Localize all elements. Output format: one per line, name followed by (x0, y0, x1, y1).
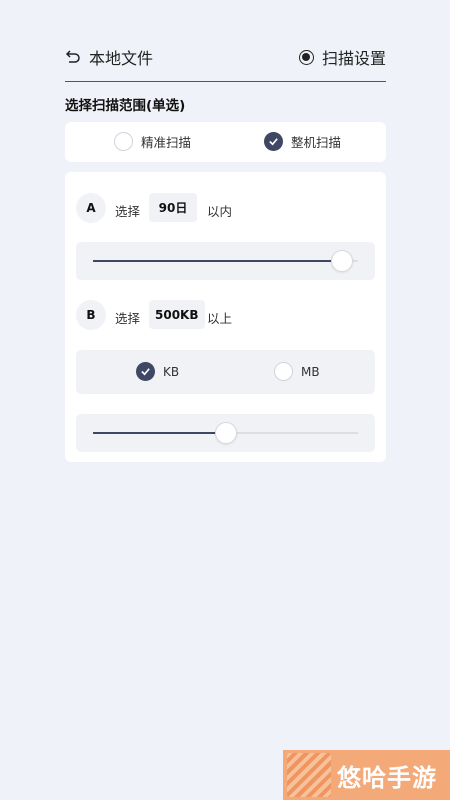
watermark-logo-icon (287, 753, 331, 797)
filter-b-badge: B (76, 300, 106, 330)
radio-unchecked-icon (114, 132, 133, 151)
option-precise-scan[interactable]: 精准扫描 (114, 132, 191, 151)
filter-a-slider-track[interactable] (93, 250, 358, 272)
unit-selector: KB MB (76, 350, 375, 394)
filter-b-prefix: 选择 (115, 311, 141, 326)
scan-range-title: 选择扫描范围(单选) (65, 98, 186, 114)
scan-settings-tab[interactable]: 扫描设置 (298, 45, 386, 69)
option-precise-scan-label: 精准扫描 (141, 135, 192, 150)
unit-option-kb-label: KB (163, 364, 180, 379)
filter-a-slider-box (76, 242, 375, 280)
filter-a-suffix: 以内 (207, 204, 233, 219)
option-full-scan-label: 整机扫描 (291, 135, 342, 150)
filter-b-suffix: 以上 (207, 311, 233, 326)
filter-a-slider-fill (93, 260, 343, 262)
filter-a-slider-thumb[interactable] (331, 250, 354, 272)
unit-option-kb[interactable]: KB (136, 362, 179, 381)
back-button[interactable]: 本地文件 (65, 45, 153, 69)
filter-a-badge: A (76, 193, 106, 223)
filter-b-slider-thumb[interactable] (214, 422, 237, 444)
filter-b-slider-box (76, 414, 375, 452)
filter-a-prefix: 选择 (115, 204, 141, 219)
header: 本地文件 扫描设置 (65, 40, 386, 82)
unit-option-mb-label: MB (301, 364, 320, 379)
filter-b-slider-track[interactable] (93, 422, 358, 444)
radio-selected-icon (298, 49, 314, 65)
watermark: 悠哈手游 (283, 750, 450, 800)
radio-unchecked-icon (274, 362, 293, 381)
checkmark-icon (264, 132, 283, 151)
filter-b-value[interactable]: 500KB (149, 300, 205, 329)
filter-card: A 选择 90日 以内 B 选择 500KB 以上 KB MB (65, 172, 386, 462)
filter-b-slider-fill (93, 432, 226, 434)
checkmark-icon (136, 362, 155, 381)
back-arrow-icon (65, 50, 80, 63)
unit-option-mb[interactable]: MB (274, 362, 320, 381)
filter-a-value[interactable]: 90日 (149, 193, 197, 222)
scan-mode-card: 精准扫描 整机扫描 (65, 122, 386, 162)
watermark-text: 悠哈手游 (337, 763, 437, 792)
option-full-scan[interactable]: 整机扫描 (264, 132, 341, 151)
back-label: 本地文件 (89, 49, 154, 68)
scan-settings-label: 扫描设置 (321, 49, 386, 68)
